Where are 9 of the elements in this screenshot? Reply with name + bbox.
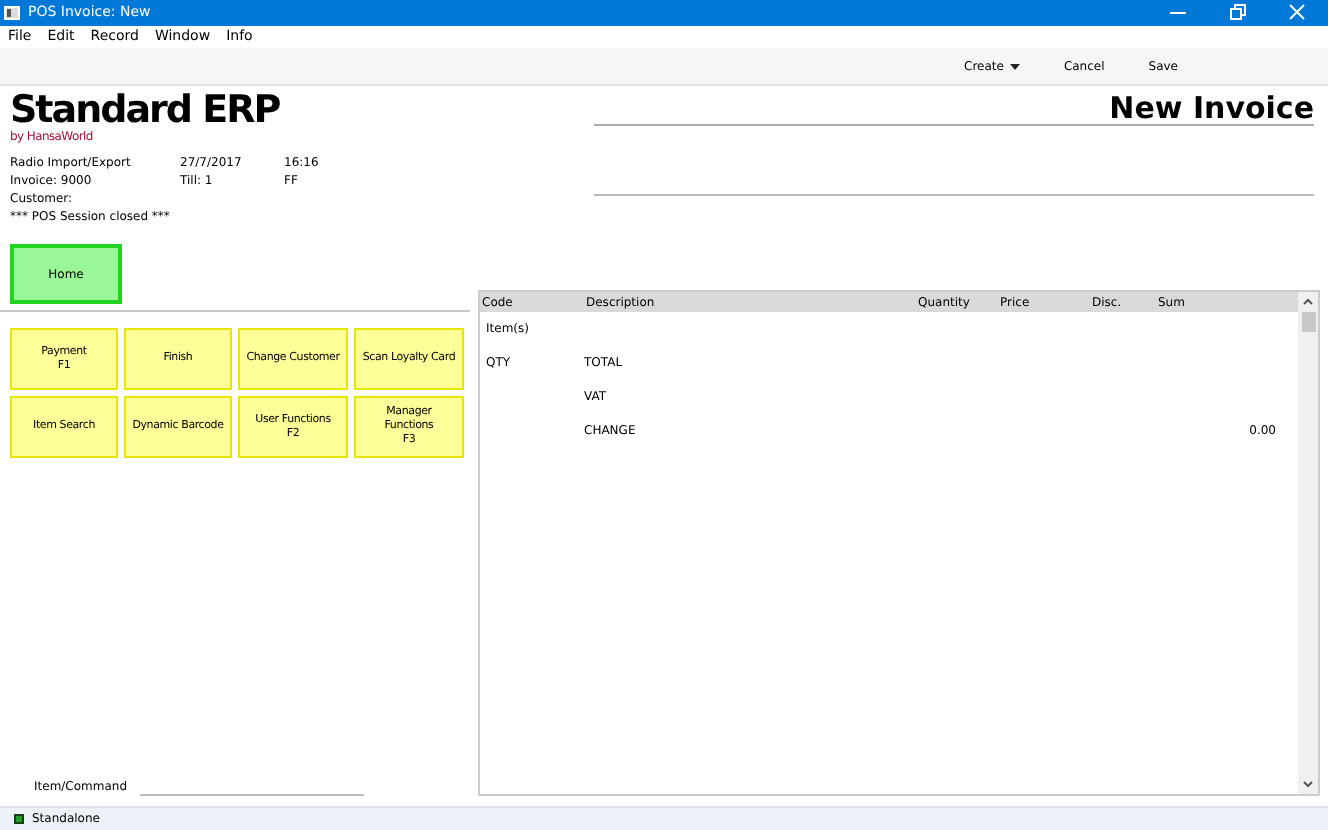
caret-icon (1009, 63, 1020, 69)
status-indicator-icon (14, 814, 24, 824)
page-heading: New Invoice (1109, 92, 1314, 124)
scroll-down-icon[interactable] (1302, 778, 1314, 790)
scroll-thumb[interactable] (1301, 312, 1315, 332)
scroll-up-icon[interactable] (1302, 296, 1314, 308)
scrollbar[interactable] (1298, 292, 1318, 794)
logo-wordmark: Standard ERP (10, 92, 282, 130)
app-icon (4, 6, 20, 20)
